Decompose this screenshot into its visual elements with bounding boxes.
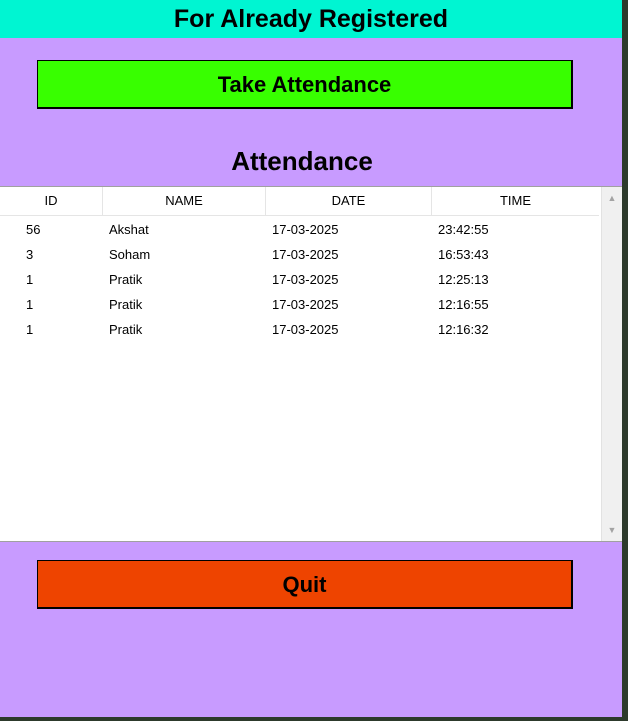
- cell-id: 1: [26, 297, 34, 312]
- cell-time: 12:16:55: [438, 297, 489, 312]
- cell-date: 17-03-2025: [272, 222, 339, 237]
- cell-name: Akshat: [109, 222, 149, 237]
- cell-time: 12:16:32: [438, 322, 489, 337]
- cell-id: 1: [26, 322, 34, 337]
- table-row[interactable]: 3 Soham 17-03-2025 16:53:43: [0, 242, 599, 267]
- take-attendance-label: Take Attendance: [217, 72, 392, 97]
- cell-date: 17-03-2025: [272, 297, 339, 312]
- cell-time: 23:42:55: [438, 222, 489, 237]
- scroll-down-icon[interactable]: ▼: [602, 521, 622, 539]
- table-row[interactable]: 1 Pratik 17-03-2025 12:16:32: [0, 317, 599, 342]
- table-header-row: ID NAME DATE TIME: [0, 187, 599, 216]
- attendance-table[interactable]: ID NAME DATE TIME 56 Akshat 17-03-2025 2…: [0, 186, 622, 542]
- scroll-up-icon[interactable]: ▲: [602, 189, 622, 207]
- cell-id: 56: [26, 222, 41, 237]
- window-header: For Already Registered: [0, 0, 622, 38]
- header-title: For Already Registered: [173, 5, 449, 33]
- quit-button[interactable]: Quit: [37, 560, 573, 609]
- column-header-date[interactable]: DATE: [266, 187, 432, 215]
- table-row[interactable]: 1 Pratik 17-03-2025 12:16:55: [0, 292, 599, 317]
- table-body: 56 Akshat 17-03-2025 23:42:55 3 Soham 17…: [0, 217, 599, 342]
- cell-name: Pratik: [109, 322, 143, 337]
- cell-id: 3: [26, 247, 34, 262]
- take-attendance-button[interactable]: Take Attendance: [37, 60, 573, 109]
- cell-id: 1: [26, 272, 34, 287]
- attendance-window: For Already Registered Take Attendance A…: [0, 0, 622, 717]
- cell-time: 16:53:43: [438, 247, 489, 262]
- quit-label: Quit: [282, 572, 327, 597]
- attendance-title: Attendance: [231, 146, 373, 176]
- table-row[interactable]: 56 Akshat 17-03-2025 23:42:55: [0, 217, 599, 242]
- column-header-id[interactable]: ID: [0, 187, 103, 215]
- cell-name: Pratik: [109, 297, 143, 312]
- cell-date: 17-03-2025: [272, 272, 339, 287]
- cell-date: 17-03-2025: [272, 247, 339, 262]
- cell-date: 17-03-2025: [272, 322, 339, 337]
- cell-name: Soham: [109, 247, 151, 262]
- table-scrollbar[interactable]: ▲ ▼: [601, 187, 622, 541]
- cell-name: Pratik: [109, 272, 143, 287]
- table-row[interactable]: 1 Pratik 17-03-2025 12:25:13: [0, 267, 599, 292]
- column-header-name[interactable]: NAME: [103, 187, 266, 215]
- cell-time: 12:25:13: [438, 272, 489, 287]
- column-header-time[interactable]: TIME: [432, 187, 599, 215]
